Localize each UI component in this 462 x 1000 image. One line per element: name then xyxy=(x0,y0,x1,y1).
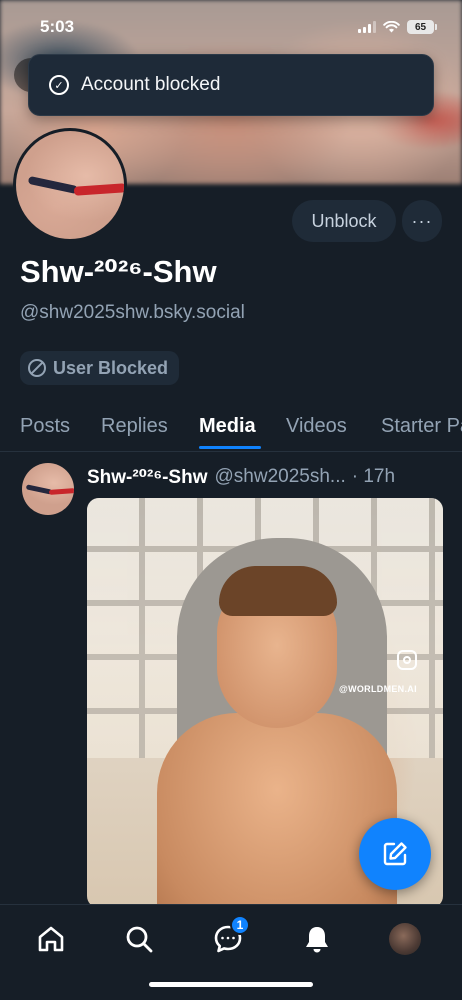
compose-button[interactable] xyxy=(359,818,431,890)
tab-media[interactable]: Media xyxy=(199,400,256,451)
chat-badge: 1 xyxy=(230,915,250,935)
image-watermark: @WORLDMEN.AI xyxy=(339,684,417,694)
hair-shape xyxy=(219,566,337,616)
profile-tabs: Posts Replies Media Videos Starter Packs xyxy=(0,400,462,452)
home-indicator xyxy=(149,982,313,987)
nav-profile-avatar xyxy=(389,923,421,955)
nav-notifications[interactable] xyxy=(297,919,337,959)
post-author-avatar[interactable] xyxy=(22,463,74,515)
nav-home[interactable] xyxy=(31,919,71,959)
bell-icon xyxy=(306,927,328,953)
user-blocked-label: User Blocked xyxy=(53,357,169,378)
post-author-handle[interactable]: @shw2025sh... xyxy=(215,466,346,488)
user-blocked-badge: User Blocked xyxy=(20,351,180,385)
nav-chat[interactable]: 1 xyxy=(208,915,250,959)
post-timestamp: · 17h xyxy=(351,466,396,487)
tab-videos[interactable]: Videos xyxy=(286,400,347,451)
post-header: Shw-²⁰²⁶-Shw @shw2025sh... · 17h xyxy=(87,464,447,490)
battery-icon: 65 xyxy=(407,20,437,34)
more-options-button[interactable]: ··· xyxy=(402,200,442,242)
toast-message: Account blocked xyxy=(81,74,221,95)
search-icon xyxy=(126,926,153,953)
compose-icon xyxy=(383,842,407,866)
profile-display-name: Shw-²⁰²⁶-Shw xyxy=(20,254,217,289)
check-circle-icon: ✓ xyxy=(49,75,69,95)
instagram-icon xyxy=(397,650,417,670)
wifi-icon xyxy=(383,21,400,33)
status-bar: 5:03 65 xyxy=(0,0,462,54)
tab-posts[interactable]: Posts xyxy=(20,400,70,451)
profile-avatar[interactable] xyxy=(13,128,127,242)
home-icon xyxy=(38,926,64,952)
active-tab-indicator xyxy=(199,446,261,449)
nav-search[interactable] xyxy=(119,919,159,959)
nav-profile[interactable] xyxy=(385,919,425,959)
tab-starter-packs[interactable]: Starter Packs xyxy=(381,400,462,451)
profile-handle: @shw2025shw.bsky.social xyxy=(20,302,245,323)
tab-replies[interactable]: Replies xyxy=(101,400,168,451)
torso-shape xyxy=(157,713,397,908)
blocked-icon xyxy=(28,359,46,377)
post-author-name[interactable]: Shw-²⁰²⁶-Shw xyxy=(87,466,208,489)
unblock-button[interactable]: Unblock xyxy=(292,200,396,242)
status-icons: 65 xyxy=(358,20,437,34)
toast-notification: ✓ Account blocked xyxy=(28,54,434,116)
cellular-signal-icon xyxy=(358,21,376,33)
status-time: 5:03 xyxy=(40,17,75,36)
